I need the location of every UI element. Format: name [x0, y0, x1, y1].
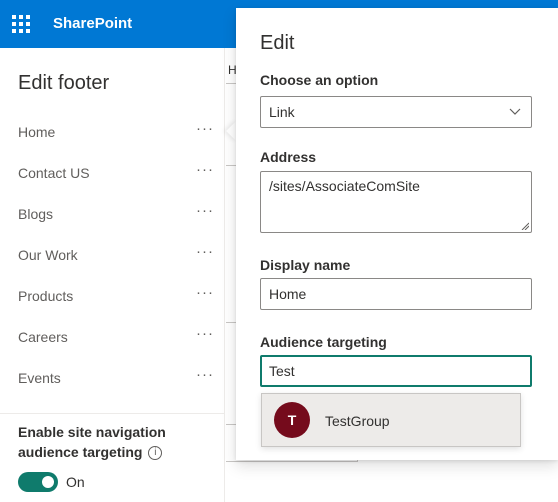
panel-title: Edit footer [18, 72, 110, 94]
nav-item-label: Products [18, 288, 74, 304]
audience-targeting-field-label: Audience targeting [260, 334, 387, 350]
more-options-icon[interactable]: ··· [196, 284, 214, 301]
audience-targeting-toggle[interactable] [18, 472, 58, 492]
info-icon[interactable]: i [148, 446, 163, 461]
nav-item-label: Our Work [18, 247, 78, 263]
chevron-down-icon [509, 108, 521, 115]
more-options-icon[interactable]: ··· [196, 161, 214, 178]
app-name[interactable]: SharePoint [53, 15, 132, 32]
nav-item-blogs[interactable]: Blogs ··· [0, 202, 225, 247]
nav-item-contact-us[interactable]: Contact US ··· [0, 161, 225, 206]
waffle-icon[interactable] [12, 15, 30, 33]
suggestion-name: TestGroup [325, 413, 390, 429]
audience-targeting-input[interactable] [260, 355, 532, 387]
audience-targeting-setting: Enable site navigation audience targetin… [18, 422, 208, 462]
more-options-icon[interactable]: ··· [196, 120, 214, 137]
panel-divider [0, 413, 225, 414]
resize-grip-icon[interactable] [521, 222, 529, 230]
display-name-field[interactable] [260, 278, 532, 310]
nav-item-label: Home [18, 124, 56, 140]
more-options-icon[interactable]: ··· [196, 243, 214, 260]
choose-option-label: Choose an option [260, 72, 379, 88]
address-field[interactable]: /sites/AssociateComSite [260, 171, 532, 233]
callout-title: Edit [260, 32, 295, 54]
more-options-icon[interactable]: ··· [196, 202, 214, 219]
option-dropdown-value: Link [269, 104, 295, 120]
avatar: T [274, 402, 310, 438]
nav-item-label: Careers [18, 329, 68, 345]
people-picker-suggestion[interactable]: T TestGroup [261, 393, 521, 447]
nav-item-label: Events [18, 370, 61, 386]
nav-item-home[interactable]: Home ··· [0, 120, 225, 165]
more-options-icon[interactable]: ··· [196, 366, 214, 383]
nav-item-our-work[interactable]: Our Work ··· [0, 243, 225, 288]
nav-item-products[interactable]: Products ··· [0, 284, 225, 329]
display-name-label: Display name [260, 257, 351, 273]
option-dropdown[interactable]: Link [260, 96, 532, 128]
nav-item-label: Contact US [18, 165, 90, 181]
toggle-state-text: On [66, 474, 85, 490]
more-options-icon[interactable]: ··· [196, 325, 214, 342]
audience-targeting-label: Enable site navigation audience targetin… [18, 424, 166, 460]
nav-item-events[interactable]: Events ··· [0, 366, 225, 411]
nav-item-label: Blogs [18, 206, 54, 222]
toggle-knob [42, 476, 54, 488]
address-label: Address [260, 149, 317, 165]
nav-item-careers[interactable]: Careers ··· [0, 325, 225, 370]
